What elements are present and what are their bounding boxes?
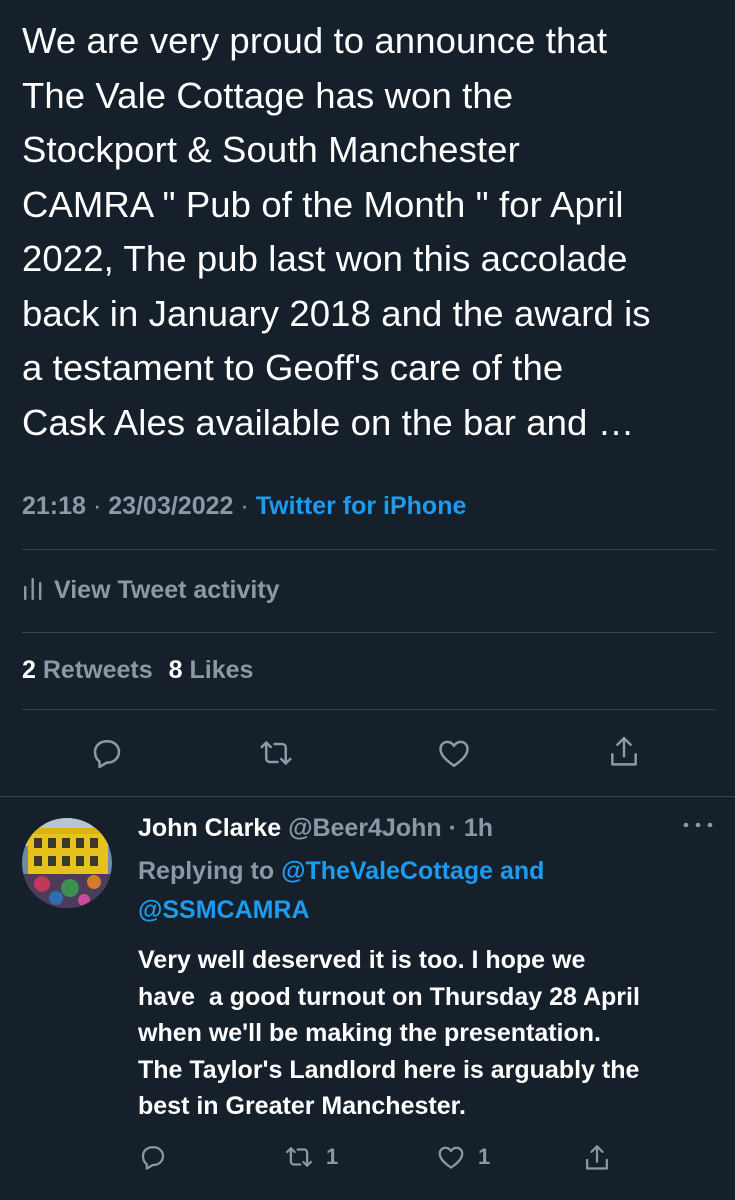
replying-to: Replying to @TheValeCottage and @SSMCAMR…	[138, 852, 698, 930]
reply-text-line: have a good turnout on Thursday 28 April	[138, 982, 640, 1011]
divider	[0, 796, 735, 797]
like-button[interactable]	[436, 735, 472, 771]
tweet-text-line: back in January 2018 and the award is	[22, 292, 651, 334]
mention-link[interactable]: @SSMCAMRA	[138, 896, 310, 924]
reply-retweet-count: 1	[326, 1144, 339, 1169]
retweet-button[interactable]	[258, 735, 294, 771]
reply-like-button[interactable]: 1	[436, 1142, 490, 1172]
view-tweet-activity-label: View Tweet activity	[54, 575, 280, 604]
retweet-icon	[260, 741, 292, 765]
share-icon	[586, 1145, 608, 1170]
divider	[22, 709, 715, 710]
reply-text-line: The Taylor's Landlord here is arguably t…	[138, 1055, 640, 1084]
reply-time[interactable]: 1h	[464, 814, 493, 842]
reply-retweet-button[interactable]: 1	[284, 1142, 338, 1172]
share-icon	[611, 736, 637, 766]
reply-button[interactable]	[89, 735, 125, 771]
reply-header: John Clarke @Beer4John · 1h	[138, 814, 493, 843]
tweet-text-line: 2022, The pub last won this accolade	[22, 238, 628, 279]
reply-separator: ·	[448, 814, 457, 842]
heart-icon	[438, 1146, 464, 1169]
heart-icon	[439, 740, 469, 768]
more-options-button[interactable]	[681, 818, 715, 836]
replying-to-prefix: Replying to	[138, 857, 275, 885]
likes-count: 8	[168, 656, 183, 684]
mention-link[interactable]: @TheValeCottage	[281, 857, 493, 885]
retweets-stat[interactable]: 2 Retweets	[22, 656, 153, 685]
speech-bubble-icon	[141, 1146, 165, 1170]
tweet-source-link[interactable]: Twitter for iPhone	[256, 492, 467, 520]
reply-text-line: when we'll be making the presentation.	[138, 1019, 601, 1047]
reply-share-button[interactable]	[582, 1142, 612, 1174]
replying-and[interactable]: and	[500, 857, 544, 885]
view-tweet-activity-button[interactable]: View Tweet activity	[22, 572, 280, 608]
more-dots-icon	[683, 822, 713, 828]
divider	[22, 632, 715, 633]
avatar[interactable]	[22, 818, 112, 908]
tweet-text: We are very proud to announce that The V…	[22, 14, 722, 450]
retweets-label: Retweets	[42, 656, 153, 684]
reply-text-line: best in Greater Manchester.	[138, 1092, 466, 1120]
retweets-count: 2	[22, 656, 36, 684]
tweet-text-line: Stockport & South Manchester	[22, 129, 520, 170]
tweet-text-line: The Vale Cottage has won the	[22, 74, 514, 116]
meta-separator: ·	[92, 492, 102, 520]
reply-text: Very well deserved it is too. I hope we …	[138, 942, 723, 1125]
tweet-time[interactable]: 21:18	[22, 492, 86, 520]
likes-label: Likes	[189, 656, 254, 684]
retweet-icon	[286, 1147, 312, 1167]
bar-chart-icon	[22, 572, 44, 609]
tweet-text-line: Cask Ales available on the bar and …	[22, 401, 635, 443]
tweet-text-line: a testament to Geoff's care of the	[22, 347, 564, 388]
reply-text-line: Very well deserved it is too. I hope we	[138, 946, 586, 974]
tweet-text-line: We are very proud to announce that	[22, 20, 608, 61]
reply-reply-button[interactable]	[138, 1142, 168, 1172]
meta-separator: ·	[240, 492, 249, 520]
tweet-date[interactable]: 23/03/2022	[108, 492, 233, 520]
tweet-text-line: CAMRA " Pub of the Month " for April	[22, 183, 624, 225]
tweet-meta: 21:18 · 23/03/2022 · Twitter for iPhone	[22, 492, 466, 521]
divider	[22, 549, 715, 550]
reply-author-name[interactable]: John Clarke	[138, 814, 281, 842]
engagement-stats: 2 Retweets 8 Likes	[22, 656, 253, 685]
speech-bubble-icon	[93, 740, 121, 769]
likes-stat[interactable]: 8 Likes	[169, 656, 254, 685]
share-button[interactable]	[606, 733, 642, 769]
reply-author-handle[interactable]: @Beer4John	[288, 814, 442, 842]
reply-like-count: 1	[478, 1144, 491, 1169]
